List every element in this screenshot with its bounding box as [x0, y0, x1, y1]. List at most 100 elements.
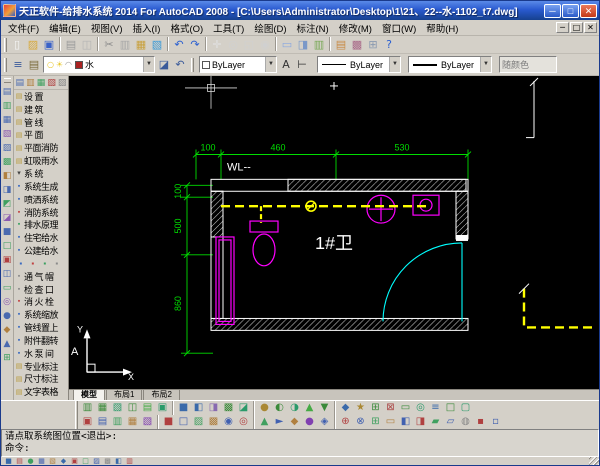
tz-vtool-icon[interactable]: ▩ — [1, 155, 13, 169]
tab-layout1[interactable]: 布局1 — [106, 389, 142, 400]
status-tool-icon[interactable]: ▧ — [47, 457, 58, 465]
sidebar-item-xiaofang-xitong[interactable]: ▪消防系统 — [14, 206, 68, 219]
menu-item-7[interactable]: 绘图(D) — [249, 20, 291, 36]
toolbar-grip[interactable] — [191, 58, 194, 72]
mdi-minimize-icon[interactable]: ─ — [556, 22, 569, 33]
sidebar-item-fujian-fanzhuan[interactable]: ▪附件翻转 — [14, 334, 68, 347]
tz-vtool-icon[interactable]: ◆ — [1, 323, 13, 337]
maximize-button[interactable]: □ — [562, 4, 579, 18]
tab-model[interactable]: 模型 — [73, 389, 105, 400]
tz-vtool-icon[interactable]: ▣ — [1, 253, 13, 267]
menu-item-8[interactable]: 标注(N) — [292, 20, 334, 36]
tz-tool-icon[interactable]: ▧ — [110, 401, 125, 414]
tz-tool-icon[interactable]: ▩ — [221, 401, 236, 414]
style-1-icon[interactable]: ▪ — [15, 259, 26, 268]
tz-vtool-icon[interactable]: □ — [1, 239, 13, 253]
menu-open-icon[interactable]: ▥ — [26, 77, 36, 89]
sidebar-item-pensa-xitong[interactable]: ▪喷洒系统 — [14, 193, 68, 206]
sidebar-item-xitong-shengcheng[interactable]: ▪系统生成 — [14, 180, 68, 193]
status-tool-icon[interactable]: ● — [25, 457, 36, 465]
status-tool-icon[interactable]: ▥ — [124, 457, 135, 465]
status-tool-icon[interactable]: ▣ — [69, 457, 80, 465]
tz-vtool-icon[interactable]: ▤ — [1, 85, 13, 99]
sidebar-style-toggle-row[interactable]: ▪▪▪▪ — [14, 257, 68, 270]
sidebar-item-wenzi-biaoge[interactable]: ▤文字表格 — [14, 385, 68, 398]
layer-select[interactable]: ○☀◠ 水 ▼ — [43, 56, 155, 73]
layer-states-icon[interactable]: ▤ — [26, 57, 42, 72]
plot-preview-icon[interactable]: ◫ — [79, 37, 95, 52]
make-object-layer-current-icon[interactable]: ◪ — [156, 57, 172, 72]
tz-tool-icon[interactable]: ◆ — [338, 401, 353, 414]
zoom-window-icon[interactable]: ◱ — [241, 37, 257, 52]
menu-item-1[interactable]: 文件(F) — [3, 20, 44, 36]
style-4-icon[interactable]: ▪ — [51, 259, 62, 268]
toolbar-grip[interactable] — [4, 58, 7, 72]
toolbar-grip[interactable] — [75, 415, 78, 429]
undo-icon[interactable]: ↶ — [171, 37, 187, 52]
plotstyle-select[interactable]: 随颜色 — [499, 56, 557, 73]
app-icon[interactable] — [3, 4, 16, 17]
dropdown-arrow-icon[interactable]: ▼ — [389, 57, 400, 72]
status-tool-icon[interactable]: ■ — [3, 457, 14, 465]
tab-layout2[interactable]: 布局2 — [143, 389, 179, 400]
tz-tool-icon[interactable]: ◧ — [398, 415, 413, 428]
tz-vtool-icon[interactable]: ▨ — [1, 141, 13, 155]
status-tool-icon[interactable]: ◧ — [113, 457, 124, 465]
tz-tool-icon[interactable]: ▧ — [140, 415, 155, 428]
tz-tool-icon[interactable]: ▰ — [428, 415, 443, 428]
tz-tool-icon[interactable]: ◪ — [236, 401, 251, 414]
sheet-set-icon[interactable]: ▤ — [333, 37, 349, 52]
menu-new-icon[interactable]: ▤ — [15, 77, 25, 89]
sidebar-item-tongqimao[interactable]: ▪通 气 帽 — [14, 270, 68, 283]
tz-tool-icon[interactable]: ◧ — [191, 401, 206, 414]
status-tool-icon[interactable]: ▦ — [36, 457, 47, 465]
tz-tool-icon[interactable]: ■ — [161, 415, 176, 428]
sidebar-item-zhuzhai-jishui[interactable]: ▪住宅给水 — [14, 231, 68, 244]
style-2-icon[interactable]: ▪ — [27, 259, 38, 268]
tz-tool-icon[interactable]: ◐ — [272, 401, 287, 414]
tz-tool-icon[interactable]: □ — [176, 415, 191, 428]
menu-item-6[interactable]: 工具(T) — [208, 20, 249, 36]
tz-tool-icon[interactable]: ▩ — [206, 415, 221, 428]
tz-tool-icon[interactable]: ► — [272, 415, 287, 428]
tz-tool-icon[interactable]: ◆ — [287, 415, 302, 428]
tz-tool-icon[interactable]: ▣ — [80, 415, 95, 428]
tz-vtool-icon[interactable]: ◨ — [1, 183, 13, 197]
status-tool-icon[interactable]: ◆ — [58, 457, 69, 465]
tz-tool-icon[interactable]: ▤ — [95, 415, 110, 428]
tz-vtool-icon[interactable]: ◪ — [1, 211, 13, 225]
menu-item-10[interactable]: 窗口(W) — [377, 20, 421, 36]
sidebar-item-hongxi-yushui[interactable]: ▤虹吸雨水 — [14, 154, 68, 167]
tz-tool-icon[interactable]: ▫ — [488, 415, 503, 428]
tool-palettes-icon[interactable]: ▥ — [311, 37, 327, 52]
menu-item-3[interactable]: 视图(V) — [86, 20, 128, 36]
tz-tool-icon[interactable]: ◨ — [206, 401, 221, 414]
tz-tool-icon[interactable]: ▭ — [383, 415, 398, 428]
open-icon[interactable]: ▨ — [25, 37, 41, 52]
save-icon[interactable]: ▣ — [41, 37, 57, 52]
paste-icon[interactable]: ▦ — [133, 37, 149, 52]
tz-vtool-icon[interactable]: ◧ — [1, 169, 13, 183]
tz-tool-icon[interactable]: ◎ — [413, 401, 428, 414]
toolbar-grip[interactable] — [4, 38, 7, 52]
sidebar-item-gongjian-jishui[interactable]: ▪公建给水 — [14, 244, 68, 257]
dim-style-icon[interactable]: ⊢ — [294, 57, 310, 72]
resize-grip[interactable] — [589, 457, 599, 465]
sidebar-item-xitong[interactable]: ▾系 统 — [14, 167, 68, 180]
tz-tool-icon[interactable]: ≡ — [428, 401, 443, 414]
toolbar-grip[interactable] — [4, 78, 11, 83]
layer-thaw-sun-icon[interactable]: ☀ — [55, 57, 64, 72]
dropdown-arrow-icon[interactable]: ▼ — [265, 57, 276, 72]
tz-tool-icon[interactable]: ★ — [353, 401, 368, 414]
status-tool-icon[interactable]: □ — [80, 457, 91, 465]
sidebar-item-paishui-yuanli[interactable]: ▪排水原理 — [14, 218, 68, 231]
tz-tool-icon[interactable]: □ — [443, 401, 458, 414]
tz-vtool-icon[interactable]: ▧ — [1, 127, 13, 141]
tz-tool-icon[interactable]: ⊞ — [368, 415, 383, 428]
tz-tool-icon[interactable]: ▼ — [317, 401, 332, 414]
markup-icon[interactable]: ▩ — [349, 37, 365, 52]
tz-tool-icon[interactable]: ◎ — [236, 415, 251, 428]
tz-tool-icon[interactable]: ▪ — [473, 415, 488, 428]
tz-tool-icon[interactable]: ▲ — [257, 415, 272, 428]
copy-icon[interactable]: ▥ — [117, 37, 133, 52]
